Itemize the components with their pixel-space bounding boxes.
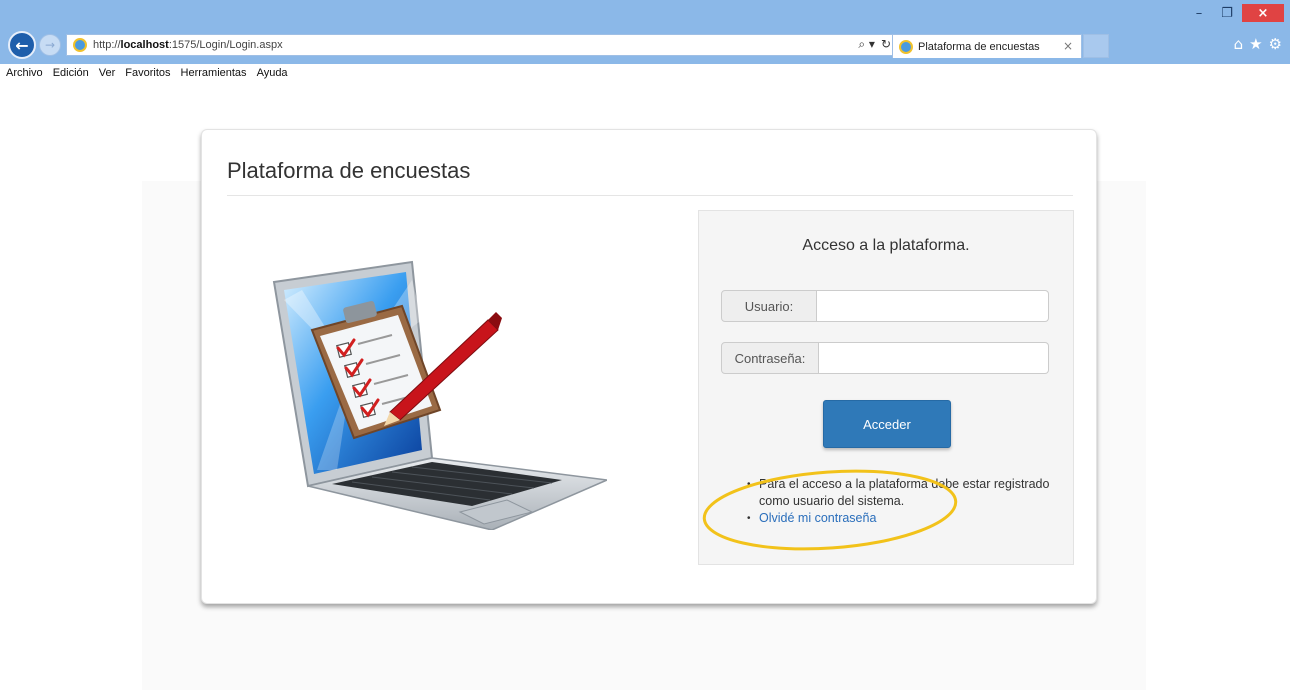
navigation-row: ← → http://localhost:1575/Login/Login.as… — [8, 31, 1282, 59]
restore-button[interactable]: ❐ — [1214, 4, 1240, 22]
url-host: localhost — [120, 39, 169, 51]
ie-page-icon — [73, 38, 87, 52]
favorites-icon[interactable]: ★ — [1249, 35, 1262, 53]
url-path: :1575/Login/Login.aspx — [168, 39, 283, 51]
forward-button[interactable]: → — [39, 34, 61, 56]
laptop-survey-illustration — [272, 260, 607, 530]
ie-tab-icon — [899, 39, 913, 54]
tab-title: Plataforma de encuestas — [918, 40, 1040, 53]
minimize-button[interactable]: – — [1186, 4, 1212, 22]
login-card: Plataforma de encuestas Acceso a la plat… — [201, 129, 1097, 604]
address-bar[interactable]: http://localhost:1575/Login/Login.aspx ⌕… — [66, 34, 896, 56]
login-panel: Acceso a la plataforma. Usuario: Contras… — [698, 210, 1074, 565]
url-prefix: http:// — [93, 39, 121, 51]
menu-item-favoritos[interactable]: Favoritos — [125, 67, 170, 79]
tab-close-icon[interactable]: × — [1063, 39, 1073, 53]
login-heading: Acceso a la plataforma. — [802, 237, 970, 254]
address-tools: ⌕ ▾ ↻ — [858, 37, 891, 52]
forgot-password-link[interactable]: Olvidé mi contraseña — [759, 511, 876, 525]
menu-item-ayuda[interactable]: Ayuda — [257, 67, 288, 79]
title-divider — [227, 195, 1073, 196]
menu-bar: Archivo Edición Ver Favoritos Herramient… — [0, 64, 1290, 81]
password-label: Contraseña: — [721, 342, 819, 374]
close-window-button[interactable]: × — [1242, 4, 1284, 22]
password-input[interactable] — [819, 342, 1049, 374]
login-info-list: Para el acceso a la plataforma debe esta… — [747, 476, 1057, 527]
home-icon[interactable]: ⌂ — [1234, 35, 1244, 53]
menu-item-edicion[interactable]: Edición — [53, 67, 89, 79]
address-url[interactable]: http://localhost:1575/Login/Login.aspx — [93, 39, 283, 51]
password-group: Contraseña: — [721, 342, 1049, 374]
info-registration-text: Para el acceso a la plataforma debe esta… — [747, 476, 1057, 510]
browser-titlebar: – ❐ × ← → http://localhost:1575/Login/Lo… — [0, 0, 1290, 64]
menu-item-archivo[interactable]: Archivo — [6, 67, 43, 79]
arrow-right-icon: → — [44, 38, 56, 52]
settings-icon[interactable]: ⚙ — [1269, 35, 1282, 53]
search-icon[interactable]: ⌕ ▾ — [858, 37, 875, 52]
refresh-icon[interactable]: ↻ — [881, 37, 891, 52]
username-label: Usuario: — [721, 290, 817, 322]
arrow-left-icon: ← — [15, 35, 29, 55]
browser-toolbar-icons: ⌂ ★ ⚙ — [1234, 35, 1282, 53]
window-controls: – ❐ × — [1186, 4, 1284, 22]
back-button[interactable]: ← — [8, 31, 36, 59]
menu-item-herramientas[interactable]: Herramientas — [181, 67, 247, 79]
username-group: Usuario: — [721, 290, 1049, 322]
menu-item-ver[interactable]: Ver — [99, 67, 116, 79]
tab-plataforma[interactable]: Plataforma de encuestas × — [892, 34, 1082, 58]
acceder-button[interactable]: Acceder — [823, 400, 951, 448]
new-tab-button[interactable] — [1083, 34, 1109, 58]
page-title: Plataforma de encuestas — [227, 158, 471, 183]
forgot-password-item: Olvidé mi contraseña — [747, 510, 1057, 527]
username-input[interactable] — [817, 290, 1049, 322]
